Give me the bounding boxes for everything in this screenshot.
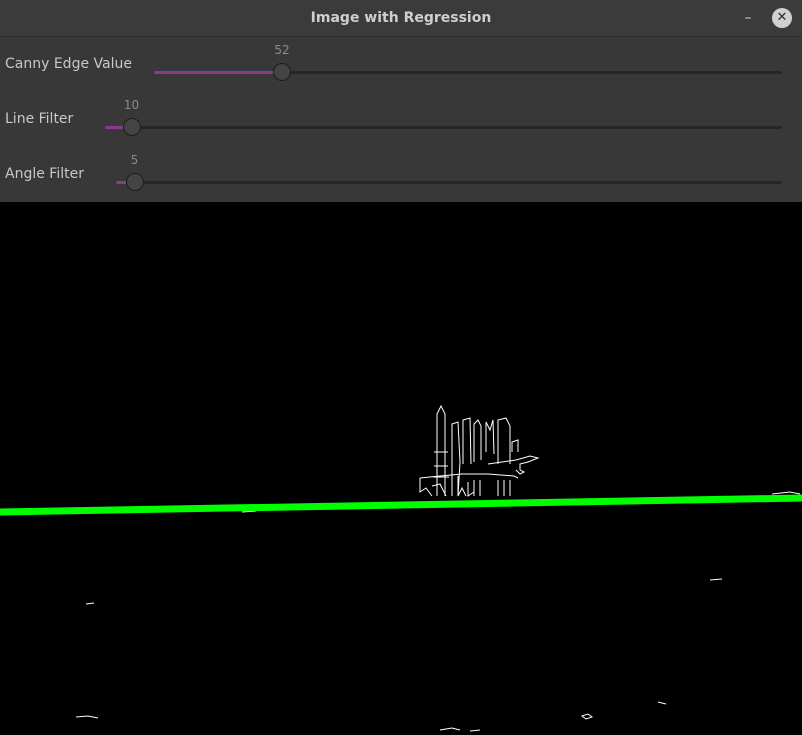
edge-image xyxy=(0,202,802,735)
trackbar-label: Line Filter xyxy=(5,111,74,127)
trackbar-value: 5 xyxy=(130,153,139,167)
title-bar[interactable]: Image with Regression – ✕ xyxy=(0,0,802,37)
trackbar-label: Angle Filter xyxy=(5,166,84,182)
app-window: Image with Regression – ✕ Canny Edge Val… xyxy=(0,0,802,735)
slider-handle[interactable] xyxy=(125,173,144,191)
slider-handle[interactable] xyxy=(273,63,292,81)
trackbar-canny-edge: Canny Edge Value 52 xyxy=(0,37,802,92)
trackbar-angle-filter: Angle Filter 5 xyxy=(0,147,802,202)
window-title: Image with Regression xyxy=(310,10,492,26)
trackbar-value: 52 xyxy=(274,43,290,57)
image-canvas xyxy=(0,202,802,735)
slider-track[interactable] xyxy=(154,71,782,74)
trackbar-label: Canny Edge Value xyxy=(5,56,132,72)
trackbar-panel: Canny Edge Value 52 Line Filter 10 Angle… xyxy=(0,37,802,202)
slider-handle[interactable] xyxy=(122,118,141,136)
minimize-icon: – xyxy=(744,10,752,26)
close-icon: ✕ xyxy=(776,10,788,25)
trackbar-value: 10 xyxy=(123,98,140,112)
trackbar-line-filter: Line Filter 10 xyxy=(0,92,802,147)
slider-track[interactable] xyxy=(105,126,782,129)
minimize-button[interactable]: – xyxy=(738,8,758,28)
close-button[interactable]: ✕ xyxy=(772,8,792,28)
slider-fill xyxy=(154,71,283,74)
slider-track[interactable] xyxy=(116,181,782,184)
